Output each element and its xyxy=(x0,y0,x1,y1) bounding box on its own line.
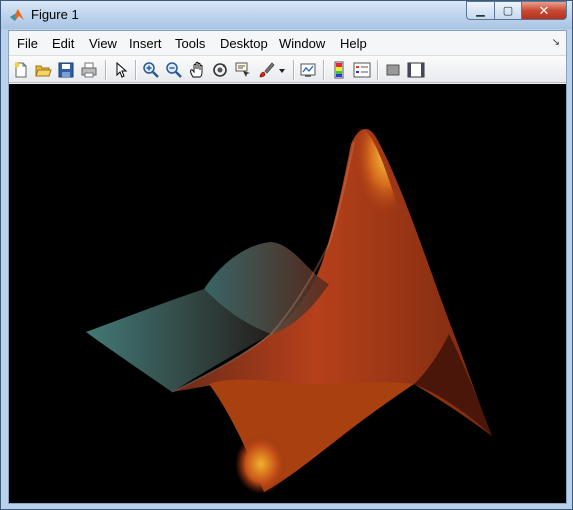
open-file-icon[interactable] xyxy=(34,61,52,79)
figure-client-area: File Edit View Insert Tools Desktop Wind… xyxy=(8,30,567,504)
edit-plot-icon[interactable] xyxy=(112,61,130,79)
toolbar-separator xyxy=(323,60,325,80)
figure-toolbar xyxy=(9,55,566,83)
brush-dropdown-icon[interactable] xyxy=(277,61,287,79)
menu-desktop[interactable]: Desktop xyxy=(220,36,268,51)
figure-canvas[interactable] xyxy=(9,84,566,503)
matlab-logo-icon xyxy=(10,9,24,21)
close-button[interactable]: ✕ xyxy=(521,1,567,20)
toolbar-separator xyxy=(105,60,107,80)
menu-insert[interactable]: Insert xyxy=(129,36,162,51)
membrane-surface xyxy=(86,128,492,494)
menu-tools[interactable]: Tools xyxy=(175,36,205,51)
zoom-in-icon[interactable] xyxy=(142,61,160,79)
insert-colorbar-icon[interactable] xyxy=(330,61,348,79)
toolbar-separator xyxy=(135,60,137,80)
menu-window[interactable]: Window xyxy=(279,36,325,51)
link-plot-icon[interactable] xyxy=(299,61,317,79)
menu-bar: File Edit View Insert Tools Desktop Wind… xyxy=(9,31,566,55)
window-title: Figure 1 xyxy=(31,7,79,22)
toolbar-separator xyxy=(293,60,295,80)
data-cursor-icon[interactable] xyxy=(234,61,252,79)
toolbar-separator xyxy=(377,60,379,80)
zoom-out-icon[interactable] xyxy=(165,61,183,79)
pan-icon[interactable] xyxy=(188,61,206,79)
show-plot-tools-icon[interactable] xyxy=(407,61,425,79)
rotate-3d-icon[interactable] xyxy=(211,61,229,79)
hide-plot-tools-icon[interactable] xyxy=(384,61,402,79)
menu-help[interactable]: Help xyxy=(340,36,367,51)
new-figure-icon[interactable] xyxy=(12,61,30,79)
print-figure-icon[interactable] xyxy=(80,61,98,79)
menu-view[interactable]: View xyxy=(89,36,117,51)
minimize-button[interactable]: ▁ xyxy=(466,1,495,20)
brush-icon[interactable] xyxy=(257,61,275,79)
menu-edit[interactable]: Edit xyxy=(52,36,74,51)
save-figure-icon[interactable] xyxy=(57,61,75,79)
maximize-button[interactable]: ▢ xyxy=(494,1,522,20)
membrane-front-highlight xyxy=(235,434,287,494)
menu-file[interactable]: File xyxy=(17,36,38,51)
figure-window: Figure 1 ▁ ▢ ✕ File Edit View Insert Too… xyxy=(0,0,573,510)
insert-legend-icon[interactable] xyxy=(353,61,371,79)
title-bar[interactable]: Figure 1 ▁ ▢ ✕ xyxy=(1,1,572,29)
dock-arrow-icon[interactable]: ↘ xyxy=(552,37,560,48)
